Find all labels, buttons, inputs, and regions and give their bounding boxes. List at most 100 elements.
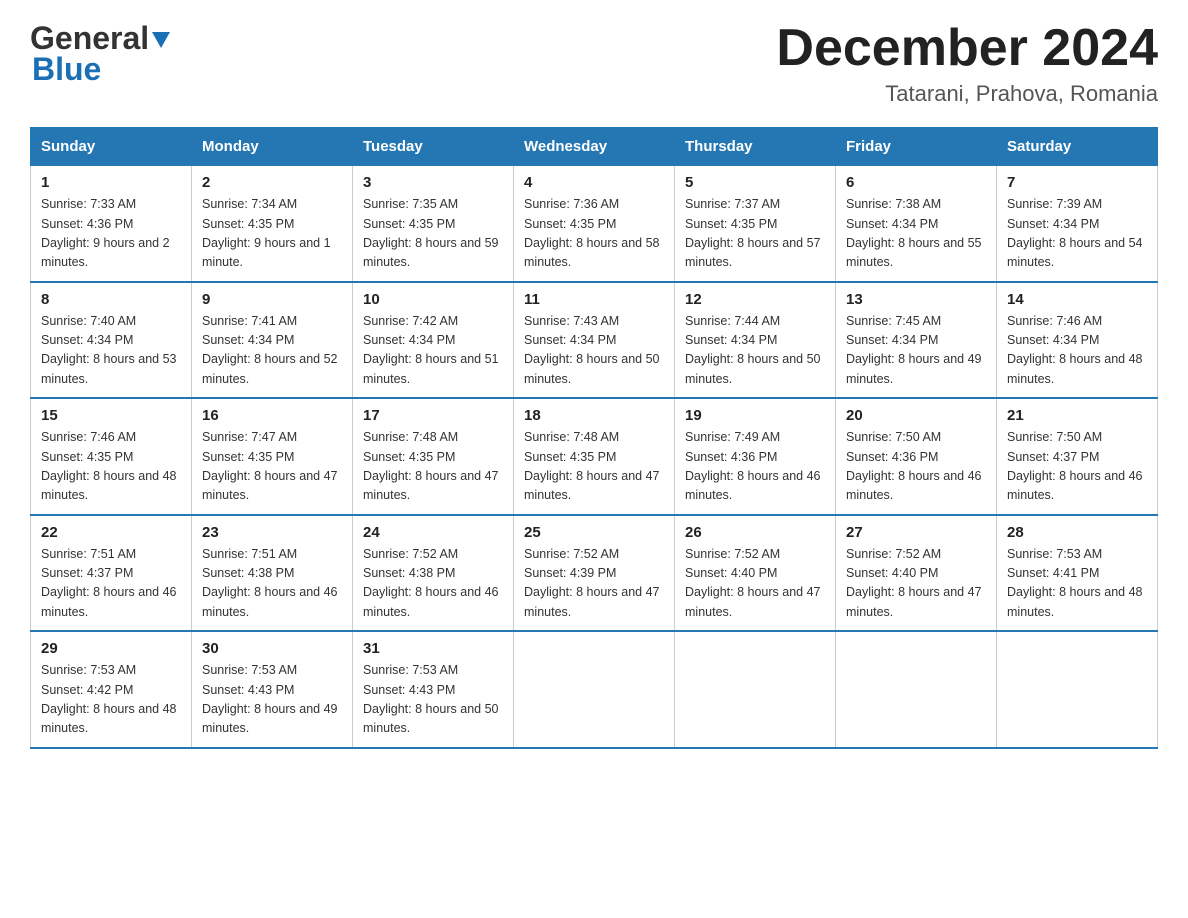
- calendar-cell: [997, 631, 1158, 748]
- day-info: Sunrise: 7:47 AMSunset: 4:35 PMDaylight:…: [202, 430, 338, 502]
- calendar-cell: 28 Sunrise: 7:53 AMSunset: 4:41 PMDaylig…: [997, 515, 1158, 632]
- calendar-title: December 2024: [776, 20, 1158, 77]
- day-info: Sunrise: 7:53 AMSunset: 4:43 PMDaylight:…: [202, 663, 338, 735]
- col-saturday: Saturday: [997, 128, 1158, 166]
- calendar-cell: 18 Sunrise: 7:48 AMSunset: 4:35 PMDaylig…: [514, 398, 675, 515]
- calendar-week-row: 29 Sunrise: 7:53 AMSunset: 4:42 PMDaylig…: [31, 631, 1158, 748]
- day-number: 1: [41, 174, 181, 191]
- calendar-cell: 12 Sunrise: 7:44 AMSunset: 4:34 PMDaylig…: [675, 282, 836, 399]
- day-info: Sunrise: 7:36 AMSunset: 4:35 PMDaylight:…: [524, 197, 660, 269]
- calendar-cell: 6 Sunrise: 7:38 AMSunset: 4:34 PMDayligh…: [836, 166, 997, 282]
- day-number: 11: [524, 291, 664, 308]
- day-info: Sunrise: 7:53 AMSunset: 4:42 PMDaylight:…: [41, 663, 177, 735]
- day-number: 17: [363, 407, 503, 424]
- day-number: 2: [202, 174, 342, 191]
- calendar-cell: 30 Sunrise: 7:53 AMSunset: 4:43 PMDaylig…: [192, 631, 353, 748]
- calendar-cell: 2 Sunrise: 7:34 AMSunset: 4:35 PMDayligh…: [192, 166, 353, 282]
- page-header: General Blue December 2024 Tatarani, Pra…: [30, 20, 1158, 107]
- day-info: Sunrise: 7:51 AMSunset: 4:38 PMDaylight:…: [202, 547, 338, 619]
- calendar-cell: 15 Sunrise: 7:46 AMSunset: 4:35 PMDaylig…: [31, 398, 192, 515]
- col-sunday: Sunday: [31, 128, 192, 166]
- day-number: 29: [41, 640, 181, 657]
- day-info: Sunrise: 7:48 AMSunset: 4:35 PMDaylight:…: [363, 430, 499, 502]
- day-info: Sunrise: 7:44 AMSunset: 4:34 PMDaylight:…: [685, 314, 821, 386]
- day-info: Sunrise: 7:53 AMSunset: 4:43 PMDaylight:…: [363, 663, 499, 735]
- day-info: Sunrise: 7:52 AMSunset: 4:40 PMDaylight:…: [685, 547, 821, 619]
- calendar-cell: 21 Sunrise: 7:50 AMSunset: 4:37 PMDaylig…: [997, 398, 1158, 515]
- calendar-week-row: 22 Sunrise: 7:51 AMSunset: 4:37 PMDaylig…: [31, 515, 1158, 632]
- col-wednesday: Wednesday: [514, 128, 675, 166]
- day-number: 27: [846, 524, 986, 541]
- day-number: 7: [1007, 174, 1147, 191]
- day-info: Sunrise: 7:52 AMSunset: 4:38 PMDaylight:…: [363, 547, 499, 619]
- calendar-cell: 11 Sunrise: 7:43 AMSunset: 4:34 PMDaylig…: [514, 282, 675, 399]
- day-number: 30: [202, 640, 342, 657]
- calendar-cell: 14 Sunrise: 7:46 AMSunset: 4:34 PMDaylig…: [997, 282, 1158, 399]
- day-number: 4: [524, 174, 664, 191]
- calendar-cell: 23 Sunrise: 7:51 AMSunset: 4:38 PMDaylig…: [192, 515, 353, 632]
- calendar-cell: 26 Sunrise: 7:52 AMSunset: 4:40 PMDaylig…: [675, 515, 836, 632]
- day-number: 16: [202, 407, 342, 424]
- day-info: Sunrise: 7:46 AMSunset: 4:34 PMDaylight:…: [1007, 314, 1143, 386]
- day-number: 15: [41, 407, 181, 424]
- day-number: 14: [1007, 291, 1147, 308]
- calendar-cell: 22 Sunrise: 7:51 AMSunset: 4:37 PMDaylig…: [31, 515, 192, 632]
- day-number: 24: [363, 524, 503, 541]
- calendar-cell: 10 Sunrise: 7:42 AMSunset: 4:34 PMDaylig…: [353, 282, 514, 399]
- day-info: Sunrise: 7:53 AMSunset: 4:41 PMDaylight:…: [1007, 547, 1143, 619]
- calendar-cell: 7 Sunrise: 7:39 AMSunset: 4:34 PMDayligh…: [997, 166, 1158, 282]
- day-info: Sunrise: 7:43 AMSunset: 4:34 PMDaylight:…: [524, 314, 660, 386]
- col-monday: Monday: [192, 128, 353, 166]
- day-number: 5: [685, 174, 825, 191]
- calendar-cell: 4 Sunrise: 7:36 AMSunset: 4:35 PMDayligh…: [514, 166, 675, 282]
- col-tuesday: Tuesday: [353, 128, 514, 166]
- day-info: Sunrise: 7:52 AMSunset: 4:40 PMDaylight:…: [846, 547, 982, 619]
- day-info: Sunrise: 7:42 AMSunset: 4:34 PMDaylight:…: [363, 314, 499, 386]
- day-info: Sunrise: 7:38 AMSunset: 4:34 PMDaylight:…: [846, 197, 982, 269]
- calendar-cell: 13 Sunrise: 7:45 AMSunset: 4:34 PMDaylig…: [836, 282, 997, 399]
- day-info: Sunrise: 7:39 AMSunset: 4:34 PMDaylight:…: [1007, 197, 1143, 269]
- calendar-cell: 29 Sunrise: 7:53 AMSunset: 4:42 PMDaylig…: [31, 631, 192, 748]
- calendar-cell: 19 Sunrise: 7:49 AMSunset: 4:36 PMDaylig…: [675, 398, 836, 515]
- logo-triangle-icon: [150, 28, 172, 50]
- day-number: 9: [202, 291, 342, 308]
- day-number: 19: [685, 407, 825, 424]
- calendar-cell: 5 Sunrise: 7:37 AMSunset: 4:35 PMDayligh…: [675, 166, 836, 282]
- day-info: Sunrise: 7:50 AMSunset: 4:37 PMDaylight:…: [1007, 430, 1143, 502]
- day-number: 28: [1007, 524, 1147, 541]
- day-number: 26: [685, 524, 825, 541]
- calendar-cell: 1 Sunrise: 7:33 AMSunset: 4:36 PMDayligh…: [31, 166, 192, 282]
- col-thursday: Thursday: [675, 128, 836, 166]
- day-number: 22: [41, 524, 181, 541]
- title-block: December 2024 Tatarani, Prahova, Romania: [776, 20, 1158, 107]
- day-info: Sunrise: 7:50 AMSunset: 4:36 PMDaylight:…: [846, 430, 982, 502]
- calendar-cell: 31 Sunrise: 7:53 AMSunset: 4:43 PMDaylig…: [353, 631, 514, 748]
- day-info: Sunrise: 7:34 AMSunset: 4:35 PMDaylight:…: [202, 197, 331, 269]
- calendar-header: Sunday Monday Tuesday Wednesday Thursday…: [31, 128, 1158, 166]
- day-info: Sunrise: 7:37 AMSunset: 4:35 PMDaylight:…: [685, 197, 821, 269]
- calendar-table: Sunday Monday Tuesday Wednesday Thursday…: [30, 127, 1158, 749]
- calendar-cell: [836, 631, 997, 748]
- day-number: 10: [363, 291, 503, 308]
- calendar-week-row: 1 Sunrise: 7:33 AMSunset: 4:36 PMDayligh…: [31, 166, 1158, 282]
- day-info: Sunrise: 7:45 AMSunset: 4:34 PMDaylight:…: [846, 314, 982, 386]
- day-info: Sunrise: 7:51 AMSunset: 4:37 PMDaylight:…: [41, 547, 177, 619]
- calendar-week-row: 8 Sunrise: 7:40 AMSunset: 4:34 PMDayligh…: [31, 282, 1158, 399]
- calendar-cell: 25 Sunrise: 7:52 AMSunset: 4:39 PMDaylig…: [514, 515, 675, 632]
- header-row: Sunday Monday Tuesday Wednesday Thursday…: [31, 128, 1158, 166]
- day-number: 21: [1007, 407, 1147, 424]
- calendar-cell: 8 Sunrise: 7:40 AMSunset: 4:34 PMDayligh…: [31, 282, 192, 399]
- calendar-cell: 17 Sunrise: 7:48 AMSunset: 4:35 PMDaylig…: [353, 398, 514, 515]
- logo-blue: Blue: [32, 51, 101, 88]
- calendar-cell: 27 Sunrise: 7:52 AMSunset: 4:40 PMDaylig…: [836, 515, 997, 632]
- calendar-cell: [514, 631, 675, 748]
- day-number: 23: [202, 524, 342, 541]
- col-friday: Friday: [836, 128, 997, 166]
- calendar-cell: 24 Sunrise: 7:52 AMSunset: 4:38 PMDaylig…: [353, 515, 514, 632]
- calendar-cell: [675, 631, 836, 748]
- calendar-body: 1 Sunrise: 7:33 AMSunset: 4:36 PMDayligh…: [31, 166, 1158, 748]
- day-number: 18: [524, 407, 664, 424]
- day-number: 6: [846, 174, 986, 191]
- calendar-week-row: 15 Sunrise: 7:46 AMSunset: 4:35 PMDaylig…: [31, 398, 1158, 515]
- day-info: Sunrise: 7:40 AMSunset: 4:34 PMDaylight:…: [41, 314, 177, 386]
